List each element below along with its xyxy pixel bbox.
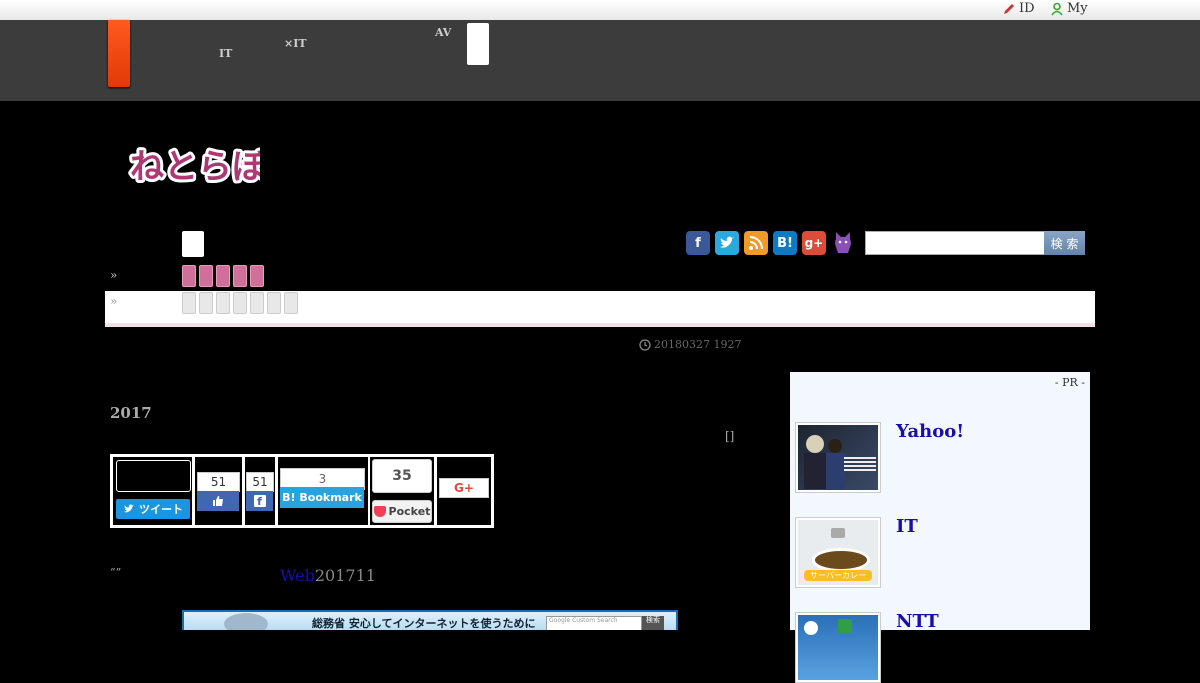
- banner-search-input[interactable]: Google Custom Search: [546, 616, 642, 630]
- hatena-icon[interactable]: B!: [773, 231, 797, 255]
- like-cell: 51: [195, 457, 242, 525]
- user-icon: [1051, 2, 1063, 15]
- fb-share-cell: 51 f: [245, 457, 275, 525]
- tweet-button[interactable]: ツイート: [116, 499, 190, 519]
- gplus-cell: G+: [437, 457, 491, 525]
- category-tab[interactable]: [216, 265, 230, 287]
- banner-text: 総務省 安心してインターネットを使うために: [312, 617, 536, 630]
- svg-text:ねとらぼ: ねとらぼ: [130, 147, 260, 187]
- nav-item-x-it[interactable]: ×IT: [284, 27, 307, 49]
- subnav-tab[interactable]: [250, 292, 264, 314]
- like-button[interactable]: [197, 491, 239, 511]
- search-button[interactable]: 検 索: [1044, 231, 1085, 255]
- sidebar-pr: - PR - Yahoo! サーバーカレー IT NTT: [790, 372, 1090, 683]
- header-widget-box[interactable]: [467, 23, 489, 65]
- share-bar: ツイート 51 51 f 3 B! Bookmark 35 Pocket G+: [110, 454, 494, 528]
- subnav-tab[interactable]: [199, 292, 213, 314]
- category-tab[interactable]: [182, 265, 196, 287]
- sidebar-thumb[interactable]: [795, 612, 881, 683]
- subnav-tab[interactable]: [216, 292, 230, 314]
- article-date: 20180327 1927: [639, 338, 741, 351]
- subnav-tab[interactable]: [233, 292, 247, 314]
- sidebar-item-title[interactable]: NTT: [896, 611, 939, 632]
- facebook-icon: f: [253, 495, 266, 508]
- tweet-count-bubble: [116, 460, 191, 492]
- banner-mascot: [224, 613, 268, 630]
- facebook-icon[interactable]: f: [686, 231, 710, 255]
- subnav-tab[interactable]: [182, 292, 196, 314]
- quote-marks: “”: [110, 566, 122, 579]
- twitter-icon[interactable]: [715, 231, 739, 255]
- pencil-icon: [1004, 3, 1014, 14]
- pocket-icon: [373, 506, 386, 517]
- id-link[interactable]: ID: [1002, 1, 1035, 16]
- sidebar-thumb[interactable]: [795, 422, 881, 493]
- pr-label: - PR -: [1054, 376, 1085, 389]
- category-tab[interactable]: [250, 265, 264, 287]
- clock-icon: [639, 338, 651, 351]
- sidebar-item-title[interactable]: IT: [896, 516, 918, 537]
- thumbs-up-icon: [213, 496, 223, 506]
- like-count: 51: [197, 472, 240, 492]
- thumb-caption: サーバーカレー: [804, 570, 872, 581]
- tab-home[interactable]: [182, 231, 204, 257]
- subnav-tab[interactable]: [284, 292, 298, 314]
- sidebar-thumb[interactable]: サーバーカレー: [795, 517, 881, 588]
- ad-banner[interactable]: 総務省 安心してインターネットを使うために Google Custom Sear…: [182, 610, 678, 630]
- pocket-button[interactable]: Pocket: [372, 500, 432, 523]
- breadcrumb-raquo: »: [110, 268, 118, 282]
- article-link[interactable]: Web: [280, 566, 315, 585]
- article-text: Web201711: [280, 566, 376, 585]
- my-link[interactable]: My: [1050, 1, 1088, 16]
- search-input[interactable]: [865, 231, 1045, 255]
- netorabo-logo-icon: ねとらぼ ねとらぼ: [127, 144, 270, 190]
- category-tab[interactable]: [233, 265, 247, 287]
- subnav-tab[interactable]: [267, 292, 281, 314]
- breadcrumb-raquo: »: [110, 294, 118, 308]
- google-plus-icon[interactable]: g+: [802, 231, 826, 255]
- tweet-cell: ツイート: [113, 457, 192, 525]
- site-header: [0, 20, 1200, 101]
- nav-item-av[interactable]: AV: [435, 27, 451, 38]
- rss-icon[interactable]: [744, 231, 768, 255]
- category-tab[interactable]: [199, 265, 213, 287]
- author-bracket: []: [725, 429, 735, 443]
- sidebar-item-title[interactable]: Yahoo!: [896, 421, 964, 442]
- nav-item-it[interactable]: IT: [219, 26, 232, 59]
- itmedia-tab[interactable]: [108, 20, 130, 87]
- hatena-bookmark-button[interactable]: B! Bookmark: [280, 487, 364, 508]
- site-logo[interactable]: ねとらぼ ねとらぼ: [127, 138, 270, 194]
- pocket-cell: 35 Pocket: [370, 457, 434, 525]
- twitter-icon: [124, 504, 134, 513]
- fb-share-count: 51: [246, 472, 274, 492]
- cat-icon[interactable]: [831, 231, 855, 255]
- hatena-cell: 3 B! Bookmark: [278, 457, 368, 525]
- banner-search-button[interactable]: 検索: [642, 616, 664, 630]
- fb-share-button[interactable]: f: [246, 491, 273, 511]
- article-headline: 2017: [110, 404, 152, 422]
- gplus-button[interactable]: G+: [439, 478, 489, 498]
- pocket-count: 35: [372, 459, 432, 493]
